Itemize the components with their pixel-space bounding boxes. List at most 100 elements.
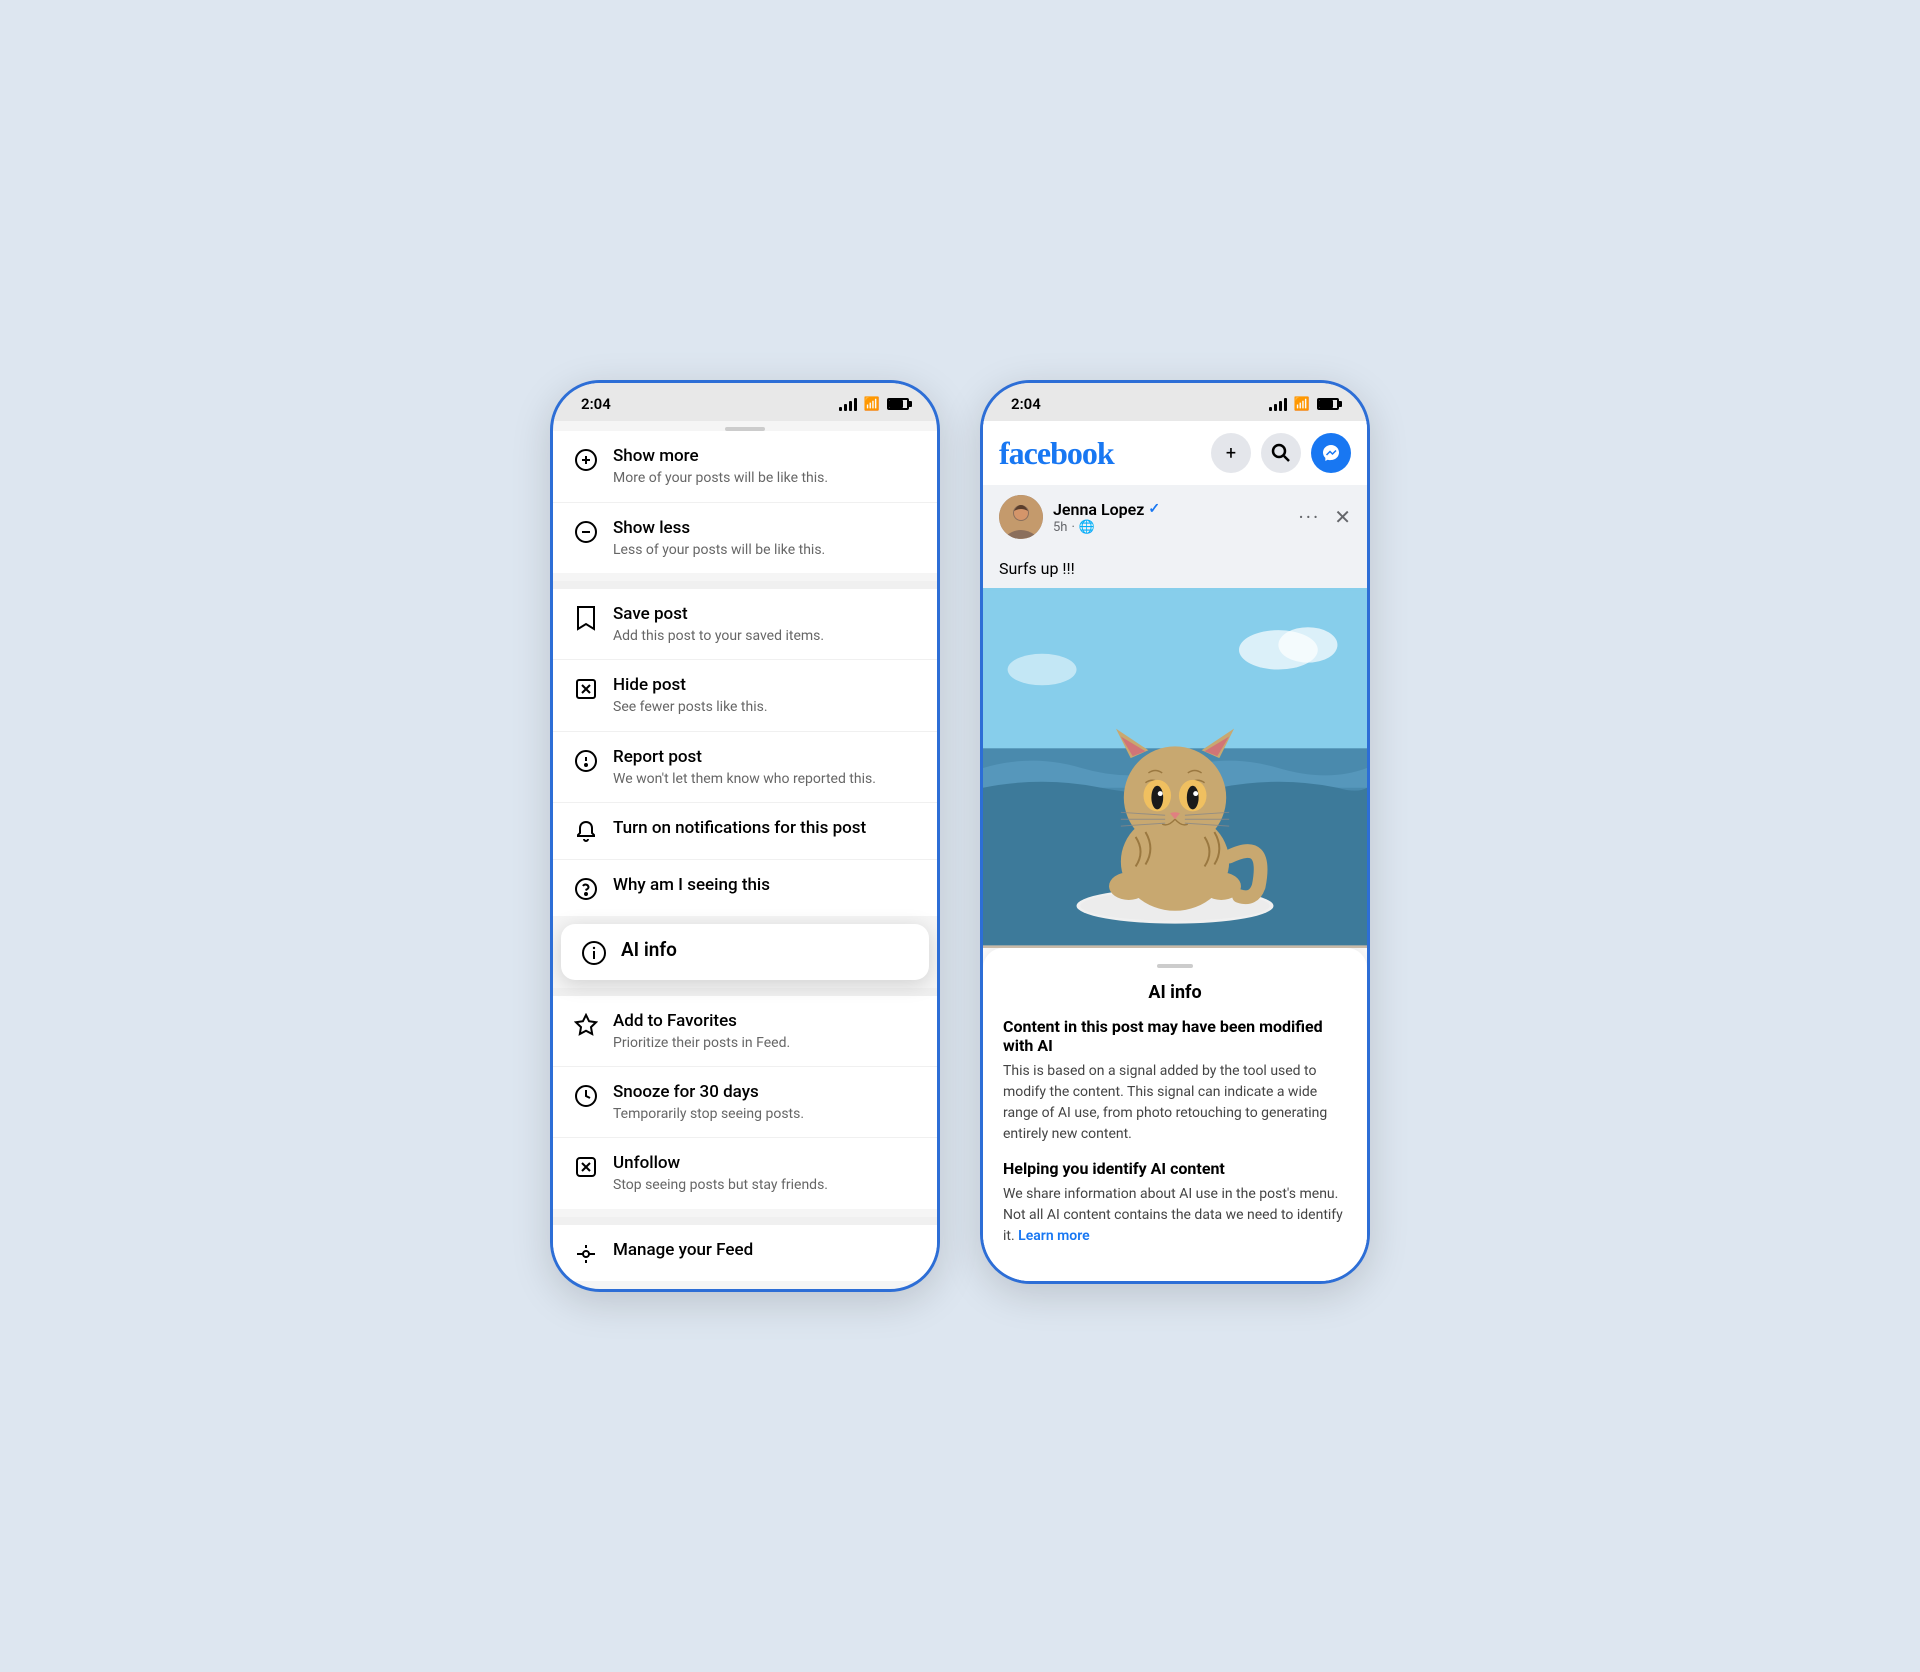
menu-item-snooze[interactable]: Snooze for 30 days Temporarily stop seei… (553, 1067, 937, 1138)
fb-header: facebook + (983, 421, 1367, 485)
status-icons-2: 📶 (1269, 397, 1339, 412)
hide-post-text: Hide post See fewer posts like this. (613, 674, 917, 716)
show-less-icon (573, 519, 599, 545)
section-gap-1 (553, 581, 937, 589)
menu-item-favorites[interactable]: Add to Favorites Prioritize their posts … (553, 996, 937, 1067)
menu-item-unfollow[interactable]: Unfollow Stop seeing posts but stay frie… (553, 1138, 937, 1208)
signal-icon-2 (1269, 397, 1287, 411)
why-seeing-title: Why am I seeing this (613, 874, 917, 896)
post-meta: 5h · 🌐 (1053, 520, 1289, 535)
menu-item-show-less[interactable]: Show less Less of your posts will be lik… (553, 503, 937, 573)
snooze-text: Snooze for 30 days Temporarily stop seei… (613, 1081, 917, 1123)
close-post-button[interactable]: ✕ (1334, 505, 1351, 529)
time-display-2: 2:04 (1011, 395, 1041, 413)
section-gap-3 (553, 1217, 937, 1225)
time-display-1: 2:04 (581, 395, 611, 413)
status-bar-1: 2:04 📶 (553, 383, 937, 421)
section-gap-2 (553, 988, 937, 996)
ai-info-text: AI info (621, 938, 909, 963)
post-image (983, 588, 1367, 948)
ai-panel-title: AI info (1003, 982, 1347, 1003)
show-less-title: Show less (613, 517, 917, 539)
manage-feed-icon (573, 1241, 599, 1267)
menu-item-notifications[interactable]: Turn on notifications for this post (553, 803, 937, 860)
add-button[interactable]: + (1211, 433, 1251, 473)
more-options-button[interactable]: ··· (1299, 505, 1321, 529)
favorites-icon (573, 1012, 599, 1038)
menu-item-report-post[interactable]: Report post We won't let them know who r… (553, 732, 937, 803)
unfollow-icon (573, 1154, 599, 1180)
menu-item-save-post[interactable]: Save post Add this post to your saved it… (553, 589, 937, 660)
snooze-icon (573, 1083, 599, 1109)
verified-badge: ✓ (1148, 501, 1160, 517)
why-seeing-text: Why am I seeing this (613, 874, 917, 896)
save-post-title: Save post (613, 603, 917, 625)
ai-info-title: AI info (621, 938, 909, 963)
phone-menu: 2:04 📶 (550, 380, 940, 1291)
notifications-title: Turn on notifications for this post (613, 817, 917, 839)
unfollow-title: Unfollow (613, 1152, 917, 1174)
wifi-icon-2: 📶 (1294, 397, 1310, 412)
search-button[interactable] (1261, 433, 1301, 473)
menu-section-3: Add to Favorites Prioritize their posts … (553, 996, 937, 1209)
report-post-subtitle: We won't let them know who reported this… (613, 770, 917, 788)
ai-section-1-text: This is based on a signal added by the t… (1003, 1061, 1347, 1145)
notifications-icon (573, 819, 599, 845)
show-more-subtitle: More of your posts will be like this. (613, 469, 917, 487)
why-seeing-icon (573, 876, 599, 902)
battery-icon-2 (1317, 398, 1339, 410)
facebook-logo: facebook (999, 435, 1114, 472)
menu-item-ai-info[interactable]: AI info (561, 924, 929, 980)
phone-facebook: 2:04 📶 facebook + (980, 380, 1370, 1284)
menu-content: Show more More of your posts will be lik… (553, 431, 937, 1280)
phones-container: 2:04 📶 (550, 380, 1370, 1291)
messenger-button[interactable] (1311, 433, 1351, 473)
notifications-text: Turn on notifications for this post (613, 817, 917, 839)
report-post-title: Report post (613, 746, 917, 768)
menu-section-1: Show more More of your posts will be lik… (553, 431, 937, 573)
report-post-icon (573, 748, 599, 774)
ai-section-2-title: Helping you identify AI content (1003, 1159, 1347, 1178)
menu-section-2: Save post Add this post to your saved it… (553, 589, 937, 916)
snooze-title: Snooze for 30 days (613, 1081, 917, 1103)
ai-info-panel: AI info Content in this post may have be… (983, 948, 1367, 1281)
post-username: Jenna Lopez ✓ (1053, 500, 1289, 519)
wifi-icon-1: 📶 (864, 397, 880, 412)
save-post-subtitle: Add this post to your saved items. (613, 627, 917, 645)
status-icons-1: 📶 (839, 397, 909, 412)
menu-section-4: Manage your Feed (553, 1225, 937, 1281)
unfollow-text: Unfollow Stop seeing posts but stay frie… (613, 1152, 917, 1194)
menu-item-why-seeing[interactable]: Why am I seeing this (553, 860, 937, 916)
show-less-subtitle: Less of your posts will be like this. (613, 541, 917, 559)
panel-handle (1157, 964, 1193, 968)
menu-item-hide-post[interactable]: Hide post See fewer posts like this. (553, 660, 937, 731)
fb-content: facebook + (983, 421, 1367, 1281)
hide-post-icon (573, 676, 599, 702)
menu-item-show-more[interactable]: Show more More of your posts will be lik… (553, 431, 937, 502)
post-caption: Surfs up !!! (983, 549, 1367, 588)
favorites-text: Add to Favorites Prioritize their posts … (613, 1010, 917, 1052)
hide-post-title: Hide post (613, 674, 917, 696)
save-post-icon (573, 605, 599, 631)
favorites-title: Add to Favorites (613, 1010, 917, 1032)
ai-section-1-title: Content in this post may have been modif… (1003, 1017, 1347, 1055)
show-more-text: Show more More of your posts will be lik… (613, 445, 917, 487)
manage-feed-title: Manage your Feed (613, 1239, 917, 1261)
post-actions: ··· ✕ (1299, 505, 1351, 529)
ai-info-icon (581, 940, 607, 966)
menu-item-manage-feed[interactable]: Manage your Feed (553, 1225, 937, 1281)
unfollow-subtitle: Stop seeing posts but stay friends. (613, 1176, 917, 1194)
show-more-icon (573, 447, 599, 473)
avatar (999, 495, 1043, 539)
learn-more-link[interactable]: Learn more (1018, 1228, 1089, 1244)
privacy-icon: 🌐 (1079, 520, 1095, 535)
save-post-text: Save post Add this post to your saved it… (613, 603, 917, 645)
show-more-title: Show more (613, 445, 917, 467)
battery-icon-1 (887, 398, 909, 410)
post-header: Jenna Lopez ✓ 5h · 🌐 ··· ✕ (983, 485, 1367, 549)
report-post-text: Report post We won't let them know who r… (613, 746, 917, 788)
hide-post-subtitle: See fewer posts like this. (613, 698, 917, 716)
post-user-info: Jenna Lopez ✓ 5h · 🌐 (1053, 500, 1289, 535)
fb-header-icons: + (1211, 433, 1351, 473)
snooze-subtitle: Temporarily stop seeing posts. (613, 1105, 917, 1123)
